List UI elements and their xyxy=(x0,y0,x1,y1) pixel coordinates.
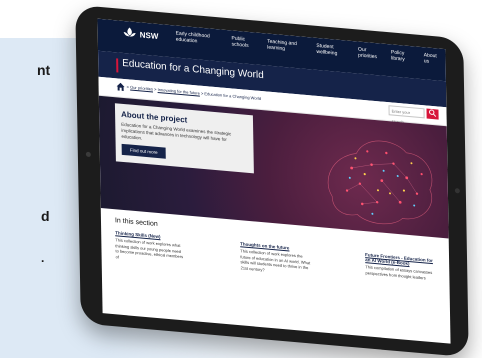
search-button[interactable] xyxy=(426,108,439,120)
home-icon[interactable] xyxy=(116,82,125,93)
breadcrumb-current: Education for a Changing World xyxy=(204,91,262,102)
nav-item-student-wellbeing[interactable]: Student wellbeing xyxy=(316,43,348,58)
nav-item-policy-library[interactable]: Policy library xyxy=(391,49,414,63)
about-card: About the project Education for a Changi… xyxy=(114,103,254,174)
search-icon xyxy=(429,109,437,117)
brain-illustration xyxy=(327,140,433,225)
nav-item-our-priorities[interactable]: Our priorities xyxy=(358,47,381,61)
tablet-button xyxy=(454,188,460,194)
nav-item-early-childhood[interactable]: Early childhood education xyxy=(176,31,222,47)
nav-item-about-us[interactable]: About us xyxy=(424,52,440,65)
tablet-device: NSW Early childhood education Public sch… xyxy=(75,4,469,358)
thoughts-future-desc: This collection of work explores the fut… xyxy=(240,248,311,272)
find-out-more-button[interactable]: Find out more xyxy=(121,143,166,159)
list-item: Thinking Skills (New) This collection of… xyxy=(115,230,185,265)
breadcrumb-innovating[interactable]: Innovating for the future xyxy=(158,87,200,96)
breadcrumb-separator: > xyxy=(200,90,204,96)
thinking-skills-desc: This collection of work explores what th… xyxy=(115,237,184,260)
breadcrumb-our-priorities[interactable]: Our priorities xyxy=(130,85,153,92)
section-list: Thinking Skills (New) This collection of… xyxy=(115,230,435,287)
background-text-top: nt xyxy=(37,62,51,78)
waratah-logo-icon xyxy=(123,27,136,37)
list-item: Future Frontiers - Education for an AI W… xyxy=(365,252,435,287)
search-input[interactable]: Enter your search... xyxy=(388,105,425,125)
camera-icon xyxy=(85,151,91,158)
nsw-logo[interactable] xyxy=(121,26,139,48)
logo-text: NSW xyxy=(139,30,159,42)
tablet-screen: NSW Early childhood education Public sch… xyxy=(97,18,451,344)
nav-item-teaching-learning[interactable]: Teaching and learning xyxy=(267,39,306,54)
nav-item-public-schools[interactable]: Public schools xyxy=(231,35,257,49)
background-text-middle: d xyxy=(41,208,50,224)
list-item: Thoughts on the future This collection o… xyxy=(240,241,310,276)
breadcrumb-separator: > xyxy=(154,86,157,92)
home-icon-svg xyxy=(116,82,125,91)
title-accent xyxy=(116,58,119,73)
background-text-low: . xyxy=(41,251,45,265)
